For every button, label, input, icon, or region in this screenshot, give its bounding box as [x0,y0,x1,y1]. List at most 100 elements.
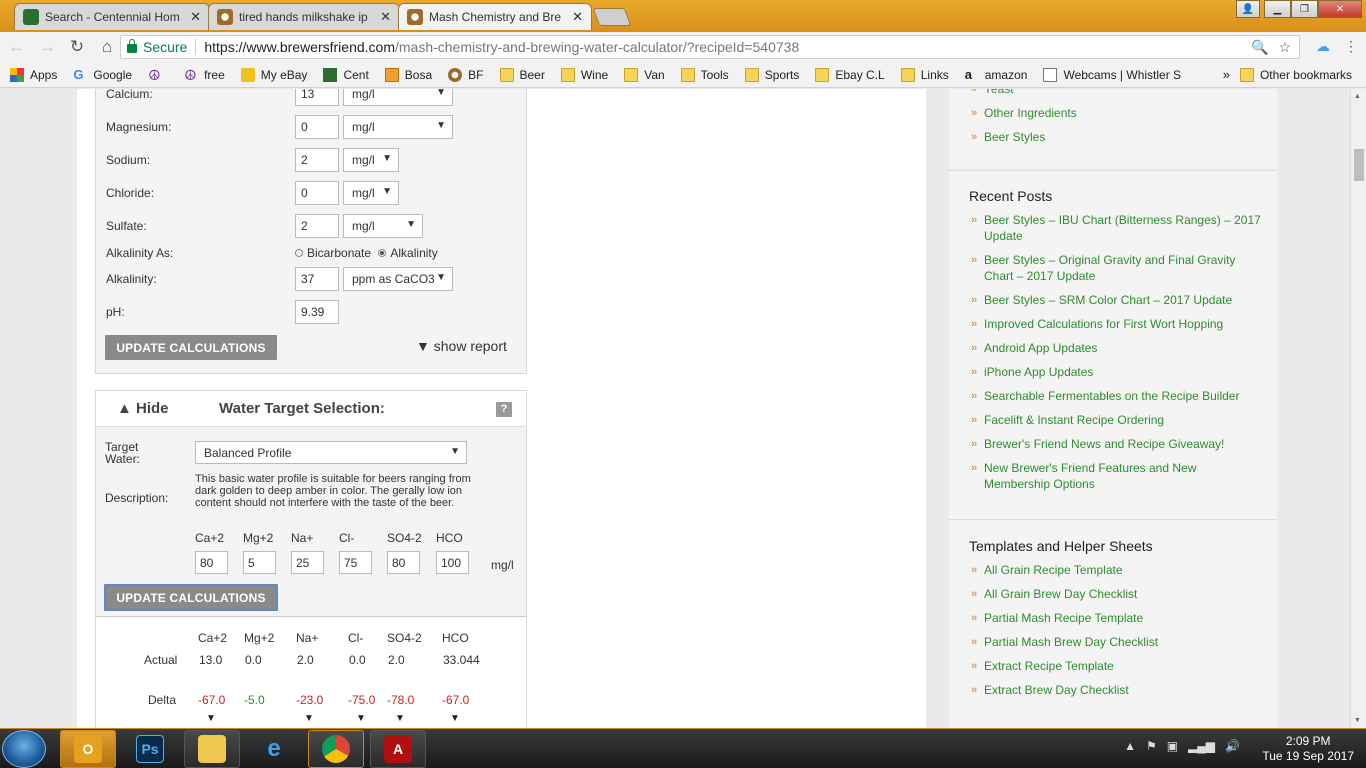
sodium-input[interactable]: 2 [295,148,339,172]
hide-toggle[interactable]: ▲ Hide [117,400,169,417]
zoom-search-icon[interactable]: 🔍 [1251,39,1268,56]
template-link[interactable]: All Grain Recipe Template [949,562,1277,578]
network-signal-icon[interactable]: ▂▄▆ [1188,739,1215,753]
close-tab-icon[interactable]: ✕ [190,9,201,25]
recent-post-link[interactable]: Searchable Fermentables on the Recipe Bu… [949,388,1277,404]
alkalinity-unit-select[interactable]: ppm as CaCO3 ▼ [343,267,453,291]
bookmark-folder-ebay-cl[interactable]: Ebay C.L [815,67,885,82]
sidebar-category-link[interactable]: Other Ingredients [949,105,1277,121]
taskbar-file-explorer[interactable] [184,730,240,768]
bookmark-my-ebay[interactable]: My eBay [240,67,307,82]
page-scrollbar[interactable]: ▲ ▼ [1350,89,1366,728]
bookmark-folder-tools[interactable]: Tools [680,67,729,82]
reload-icon[interactable]: ↻ [64,37,90,57]
taskbar-chrome[interactable] [308,730,364,768]
magnesium-unit-select[interactable]: mg/l ▼ [343,115,453,139]
bookmark-cent[interactable]: Cent [323,67,369,82]
bookmark-folder-links[interactable]: Links [900,67,949,82]
other-bookmarks[interactable]: Other bookmarks [1239,67,1352,82]
ph-input[interactable]: 9.39 [295,300,339,324]
bookmark-apps[interactable]: Apps [10,67,57,82]
tab-tired-hands[interactable]: tired hands milkshake ip ✕ [208,3,400,30]
bookmark-free[interactable]: ☮ free [184,68,225,82]
scroll-down-icon[interactable]: ▼ [1354,717,1361,724]
update-calculations-target-button[interactable]: UPDATE CALCULATIONS [104,584,278,611]
chloride-unit-select[interactable]: mg/l ▼ [343,181,399,205]
recent-post-link[interactable]: Facelift & Instant Recipe Ordering [949,412,1277,428]
target-water-select[interactable]: Balanced Profile ▼ [195,441,467,464]
target-ion-input[interactable]: 5 [243,551,276,574]
device-icon[interactable]: ▣ [1167,739,1178,753]
target-ion-input[interactable]: 80 [387,551,420,574]
chloride-input[interactable]: 0 [295,181,339,205]
close-tab-icon[interactable]: ✕ [572,9,583,25]
show-hidden-icons[interactable]: ▲ [1124,739,1136,753]
recent-post-link[interactable]: Beer Styles – IBU Chart (Bitterness Rang… [949,212,1277,244]
show-report-toggle[interactable]: ▼ show report [416,338,507,354]
home-icon[interactable]: ⌂ [94,37,120,57]
recent-post-link[interactable]: iPhone App Updates [949,364,1277,380]
scrollbar-thumb[interactable] [1354,149,1364,181]
taskbar-acrobat[interactable]: A [370,730,426,768]
bookmark-star-icon[interactable]: ☆ [1278,39,1291,56]
recent-post-link[interactable]: New Brewer's Friend Features and New Mem… [949,460,1277,492]
taskbar-photoshop[interactable]: Ps [122,730,178,768]
bookmark-webcams[interactable]: Webcams | Whistler S [1043,67,1181,82]
sulfate-input[interactable]: 2 [295,214,339,238]
back-icon[interactable]: ← [4,37,30,57]
clock[interactable]: 2:09 PM Tue 19 Sep 2017 [1262,734,1354,764]
menu-kebab-icon[interactable]: ⋮ [1344,38,1358,55]
recent-post-link[interactable]: Android App Updates [949,340,1277,356]
bookmark-folder-beer[interactable]: Beer [499,67,545,82]
alkalinity-radio[interactable] [378,249,387,257]
cloud-extension-icon[interactable]: ☁ [1316,38,1330,55]
action-center-flag-icon[interactable]: ⚑ [1146,739,1157,753]
bookmark-bosa[interactable]: Bosa [384,67,432,82]
scroll-up-icon[interactable]: ▲ [1354,93,1361,100]
bookmark-folder-van[interactable]: Van [624,67,665,82]
taskbar-outlook[interactable]: O [60,730,116,768]
bookmark-folder-sports[interactable]: Sports [744,67,799,82]
sodium-unit-select[interactable]: mg/l ▼ [343,148,399,172]
sulfate-unit-select[interactable]: mg/l ▼ [343,214,423,238]
maximize-button[interactable]: ❐ [1291,0,1318,18]
close-window-button[interactable]: ✕ [1318,0,1362,18]
recent-post-link[interactable]: Beer Styles – Original Gravity and Final… [949,252,1277,284]
secure-indicator[interactable]: Secure [121,38,187,55]
new-tab-button[interactable] [592,8,632,26]
alkalinity-input[interactable]: 37 [295,267,339,291]
forward-icon[interactable]: → [34,37,60,57]
magnesium-input[interactable]: 0 [295,115,339,139]
recent-post-link[interactable]: Improved Calculations for First Wort Hop… [949,316,1277,332]
calcium-unit-select[interactable]: mg/l ▼ [343,89,453,106]
template-link[interactable]: Partial Mash Recipe Template [949,610,1277,626]
target-ion-input[interactable]: 25 [291,551,324,574]
bookmark-bf[interactable]: BF [448,67,484,82]
target-ion-input[interactable]: 75 [339,551,372,574]
template-link[interactable]: Partial Mash Brew Day Checklist [949,634,1277,650]
sidebar-category-link[interactable]: Beer Styles [949,129,1277,145]
close-tab-icon[interactable]: ✕ [380,9,391,25]
taskbar-internet-explorer[interactable]: e [246,730,302,768]
bookmark-amazon[interactable]: a amazon [965,68,1028,82]
bicarbonate-radio[interactable] [295,249,303,257]
target-ion-input[interactable]: 100 [436,551,469,574]
recent-post-link[interactable]: Beer Styles – SRM Color Chart – 2017 Upd… [949,292,1277,308]
template-link[interactable]: Extract Recipe Template [949,658,1277,674]
bookmark-google[interactable]: G Google [73,67,132,82]
bookmark-peace[interactable]: ☮ [148,68,168,82]
target-ion-input[interactable]: 80 [195,551,228,574]
tab-search-centennial[interactable]: Search - Centennial Hom ✕ [14,3,210,30]
user-profile-icon[interactable]: 👤 [1236,0,1260,18]
sidebar-category-link[interactable]: Yeast [949,89,1277,97]
template-link[interactable]: All Grain Brew Day Checklist [949,586,1277,602]
address-bar[interactable]: Secure https://www.brewersfriend.com /ma… [120,35,1300,59]
update-calculations-button[interactable]: UPDATE CALCULATIONS [105,335,277,360]
tab-mash-chemistry[interactable]: Mash Chemistry and Bre ✕ [398,3,592,30]
calcium-input[interactable]: 13 [295,89,339,106]
recent-post-link[interactable]: Brewer's Friend News and Recipe Giveaway… [949,436,1277,452]
start-button[interactable] [2,730,46,768]
template-link[interactable]: Extract Brew Day Checklist [949,682,1277,698]
help-icon[interactable]: ? [496,402,512,417]
bookmarks-overflow-button[interactable]: » [1223,67,1230,82]
